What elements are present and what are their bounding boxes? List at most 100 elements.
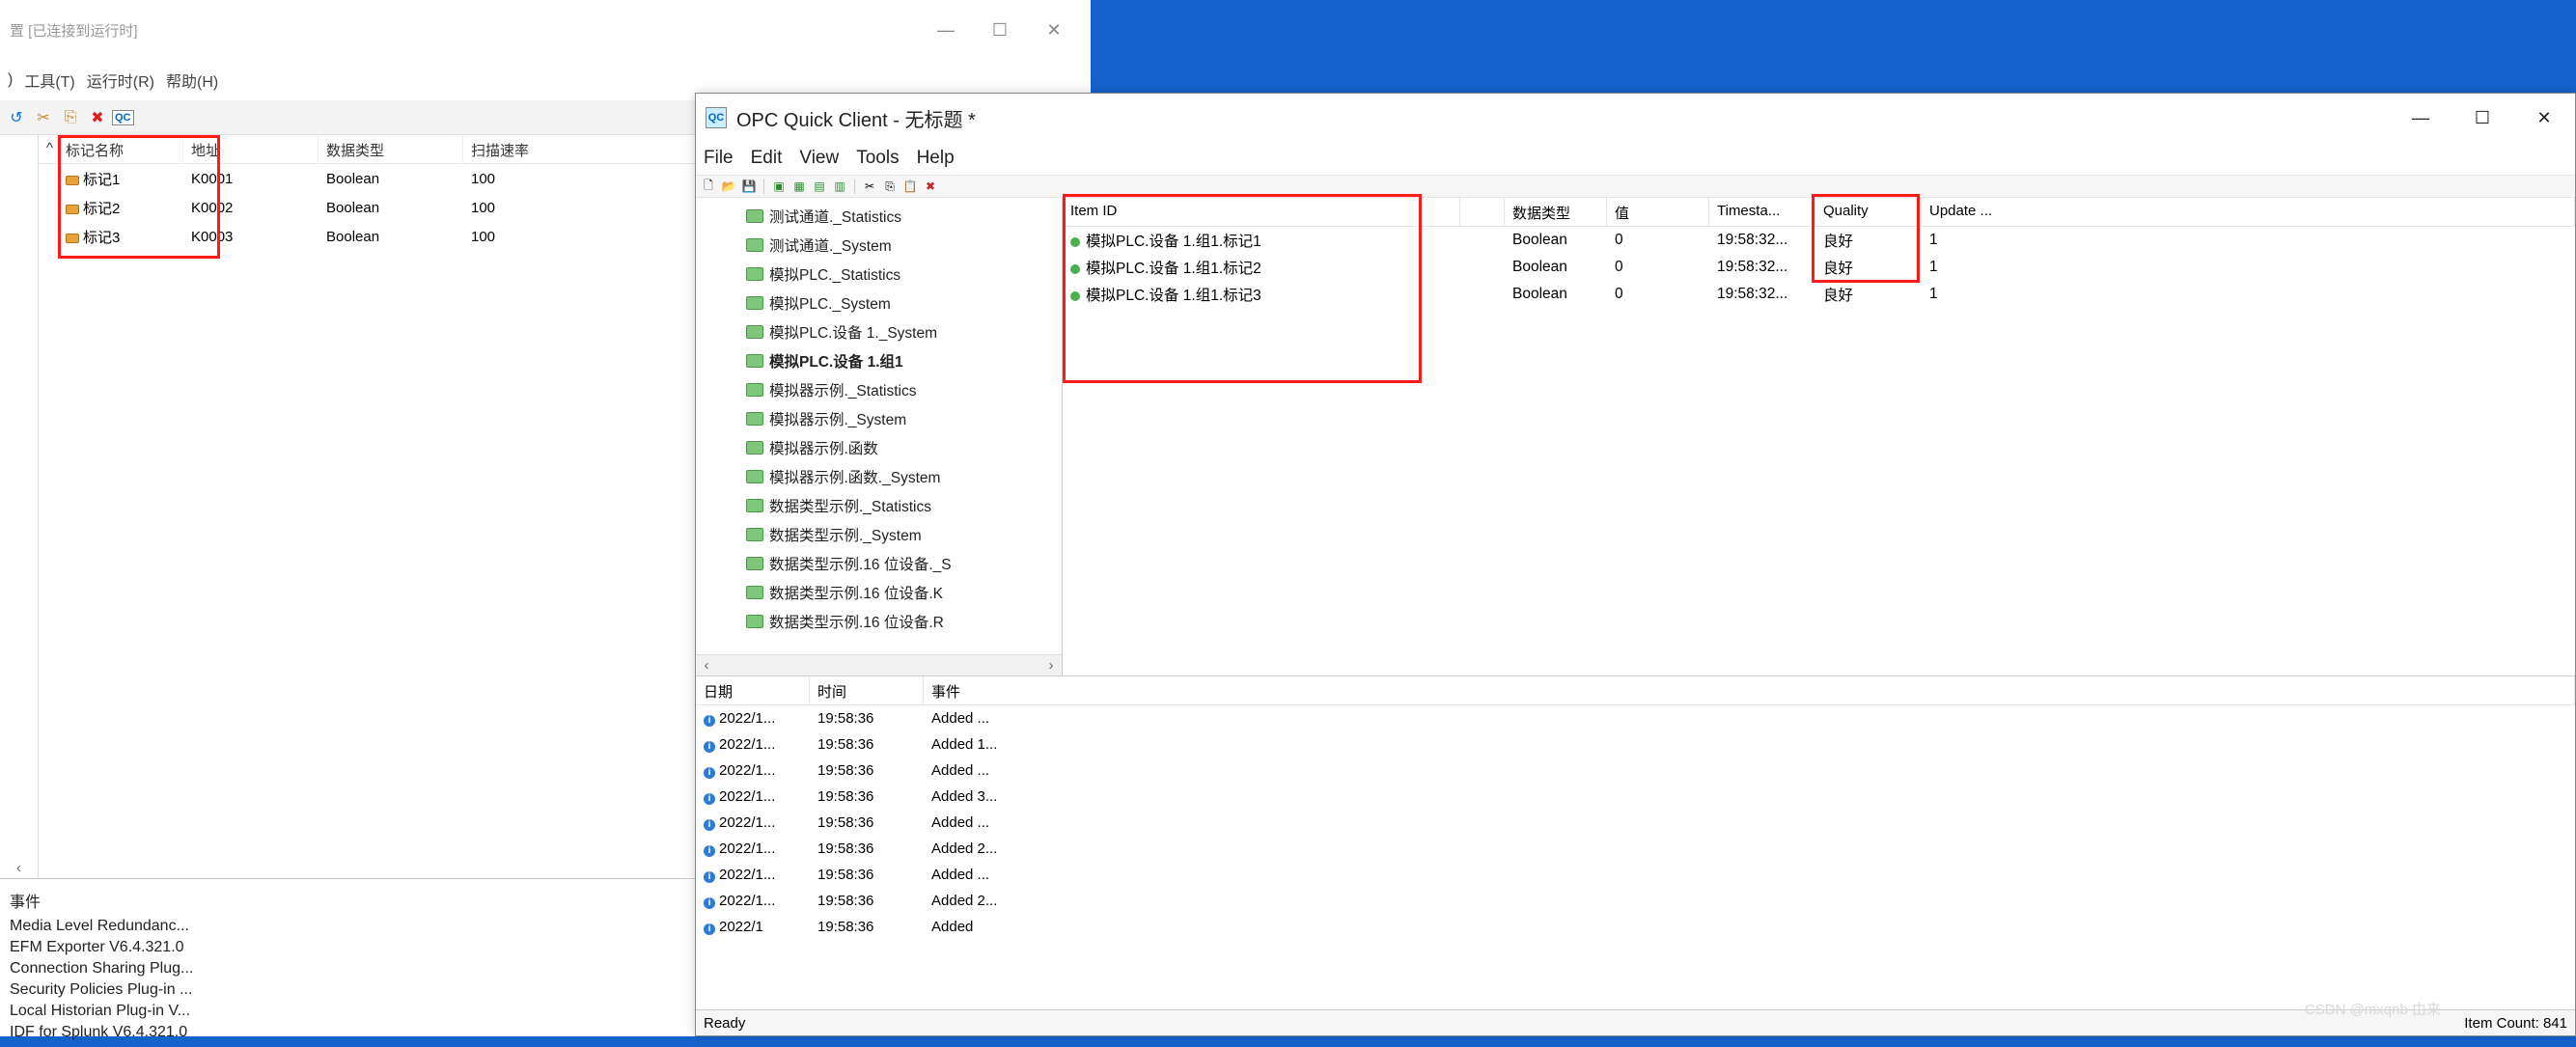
folder-icon: [746, 412, 763, 426]
tree-node-label: 模拟器示例.函数._System: [769, 466, 940, 487]
titlebar[interactable]: QC OPC Quick Client - 无标题 * — ☐ ✕: [696, 94, 2575, 142]
status-item-count: Item Count: 841: [2464, 1015, 2567, 1032]
log-row[interactable]: i2022/1...19:58:36Added ...: [696, 705, 2575, 731]
log-row[interactable]: i2022/1...19:58:36Added 2...: [696, 836, 2575, 862]
tree-node[interactable]: 数据类型示例.16 位设备._S: [696, 549, 1062, 578]
statusbar: Ready Item Count: 841: [696, 1010, 2575, 1035]
scroll-left-icon[interactable]: ‹: [696, 657, 717, 674]
column-update[interactable]: Update ...: [1922, 198, 2575, 226]
tree-node-label: 数据类型示例.16 位设备.R: [769, 611, 944, 632]
add-item-icon[interactable]: ▤: [811, 178, 828, 195]
column-item-id[interactable]: Item ID: [1063, 198, 1460, 226]
sort-caret-icon[interactable]: ^: [39, 135, 58, 163]
log-row[interactable]: i2022/1...19:58:36Added 2...: [696, 888, 2575, 914]
maximize-button[interactable]: ☐: [2451, 96, 2513, 140]
log-row[interactable]: i2022/119:58:36Added: [696, 914, 2575, 940]
open-icon[interactable]: 📂: [720, 178, 737, 195]
minimize-button[interactable]: —: [2390, 96, 2451, 140]
column-datatype[interactable]: 数据类型: [319, 135, 463, 163]
delete-icon[interactable]: ✖: [922, 178, 939, 195]
tree-node[interactable]: 数据类型示例.16 位设备.K: [696, 578, 1062, 607]
item-row[interactable]: 模拟PLC.设备 1.组1.标记2Boolean019:58:32...良好1: [1063, 254, 2575, 281]
close-button[interactable]: ✕: [1027, 11, 1081, 49]
tree-node[interactable]: 测试通道._System: [696, 231, 1062, 260]
menu-edit[interactable]: Edit: [751, 148, 783, 169]
tree-node[interactable]: 模拟器示例.函数: [696, 433, 1062, 462]
scroll-right-icon[interactable]: ›: [1040, 657, 1062, 674]
tree-node-label: 模拟器示例._System: [769, 408, 906, 429]
tree-node[interactable]: 模拟器示例._Statistics: [696, 375, 1062, 404]
status-dot-icon: [1070, 264, 1080, 274]
menu-runtime[interactable]: 运行时(R): [83, 65, 158, 96]
cut-icon[interactable]: ✂: [31, 105, 56, 130]
tree-node[interactable]: 模拟器示例.函数._System: [696, 462, 1062, 491]
info-icon: i: [704, 845, 715, 857]
add-server-icon[interactable]: ▣: [770, 178, 788, 195]
log-row[interactable]: i2022/1...19:58:36Added 1...: [696, 731, 2575, 758]
item-grid: Item ID 数据类型 值 Timesta... Quality Update…: [1063, 198, 2575, 675]
item-row[interactable]: 模拟PLC.设备 1.组1.标记3Boolean019:58:32...良好1: [1063, 281, 2575, 308]
paste-icon[interactable]: 📋: [901, 178, 919, 195]
qc-icon[interactable]: QC: [112, 110, 134, 125]
tree-node[interactable]: 测试通道._Statistics: [696, 202, 1062, 231]
folder-icon: [746, 296, 763, 310]
info-icon: i: [704, 767, 715, 779]
tree-node[interactable]: 模拟PLC.设备 1._System: [696, 317, 1062, 346]
status-dot-icon: [1070, 291, 1080, 301]
column-timestamp[interactable]: Timesta...: [1709, 198, 1815, 226]
column-datatype[interactable]: 数据类型: [1505, 198, 1607, 226]
menu-help[interactable]: 帮助(H): [162, 65, 222, 96]
tree-node-label: 数据类型示例._System: [769, 524, 922, 545]
column-time[interactable]: 时间: [810, 676, 924, 704]
status-dot-icon: [1070, 237, 1080, 247]
column-value[interactable]: 值: [1607, 198, 1709, 226]
log-row[interactable]: i2022/1...19:58:36Added ...: [696, 862, 2575, 888]
log-row[interactable]: i2022/1...19:58:36Added 3...: [696, 784, 2575, 810]
tree-node[interactable]: 数据类型示例._Statistics: [696, 491, 1062, 520]
maximize-button[interactable]: ☐: [973, 11, 1027, 49]
info-icon: i: [704, 793, 715, 805]
tree-node-label: 模拟器示例.函数: [769, 437, 878, 458]
menubar: File Edit View Tools Help: [696, 142, 2575, 175]
menu-tools[interactable]: Tools: [856, 148, 899, 169]
tree-node[interactable]: 模拟器示例._System: [696, 404, 1062, 433]
copy-icon[interactable]: ⎘: [881, 178, 899, 195]
menu-help[interactable]: Help: [917, 148, 955, 169]
left-gutter: ‹: [0, 135, 39, 878]
info-icon: i: [704, 897, 715, 909]
tree-node[interactable]: 模拟PLC.设备 1.组1: [696, 346, 1062, 375]
folder-icon: [746, 383, 763, 397]
tree-node[interactable]: 数据类型示例.16 位设备.R: [696, 607, 1062, 636]
new-icon[interactable]: 🗋: [700, 178, 717, 195]
column-spacer: [1460, 198, 1505, 226]
undo-icon[interactable]: ↺: [4, 105, 29, 130]
copy-icon[interactable]: ⎘: [58, 105, 83, 130]
folder-icon: [746, 325, 763, 339]
menu-tools[interactable]: 工具(T): [20, 65, 78, 96]
column-event[interactable]: 事件: [924, 676, 2575, 704]
column-quality[interactable]: Quality: [1815, 198, 1922, 226]
minimize-button[interactable]: —: [919, 11, 973, 49]
menu-view[interactable]: View: [799, 148, 839, 169]
tree-node[interactable]: 模拟PLC._System: [696, 289, 1062, 317]
tree-horizontal-scrollbar[interactable]: ‹ ›: [696, 654, 1062, 675]
log-row[interactable]: i2022/1...19:58:36Added ...: [696, 758, 2575, 784]
tree-node-label: 模拟PLC._System: [769, 292, 891, 314]
close-button[interactable]: ✕: [2513, 96, 2575, 140]
tree-node-label: 模拟PLC.设备 1.组1: [769, 350, 903, 372]
scroll-left-icon[interactable]: ‹: [0, 858, 38, 878]
tree-node[interactable]: 数据类型示例._System: [696, 520, 1062, 549]
column-address[interactable]: 地址: [183, 135, 319, 163]
item-row[interactable]: 模拟PLC.设备 1.组1.标记1Boolean019:58:32...良好1: [1063, 227, 2575, 254]
log-row[interactable]: i2022/1...19:58:36Added ...: [696, 810, 2575, 836]
column-date[interactable]: 日期: [696, 676, 810, 704]
column-name[interactable]: 标记名称: [58, 135, 183, 163]
delete-icon[interactable]: ✖: [85, 105, 110, 130]
cut-icon[interactable]: ✂: [861, 178, 878, 195]
tree-node[interactable]: 模拟PLC._Statistics: [696, 260, 1062, 289]
save-icon[interactable]: 💾: [740, 178, 758, 195]
log-header: 日期 时间 事件: [696, 676, 2575, 705]
menu-file[interactable]: File: [704, 148, 734, 169]
properties-icon[interactable]: ▥: [831, 178, 848, 195]
add-group-icon[interactable]: ▦: [790, 178, 808, 195]
